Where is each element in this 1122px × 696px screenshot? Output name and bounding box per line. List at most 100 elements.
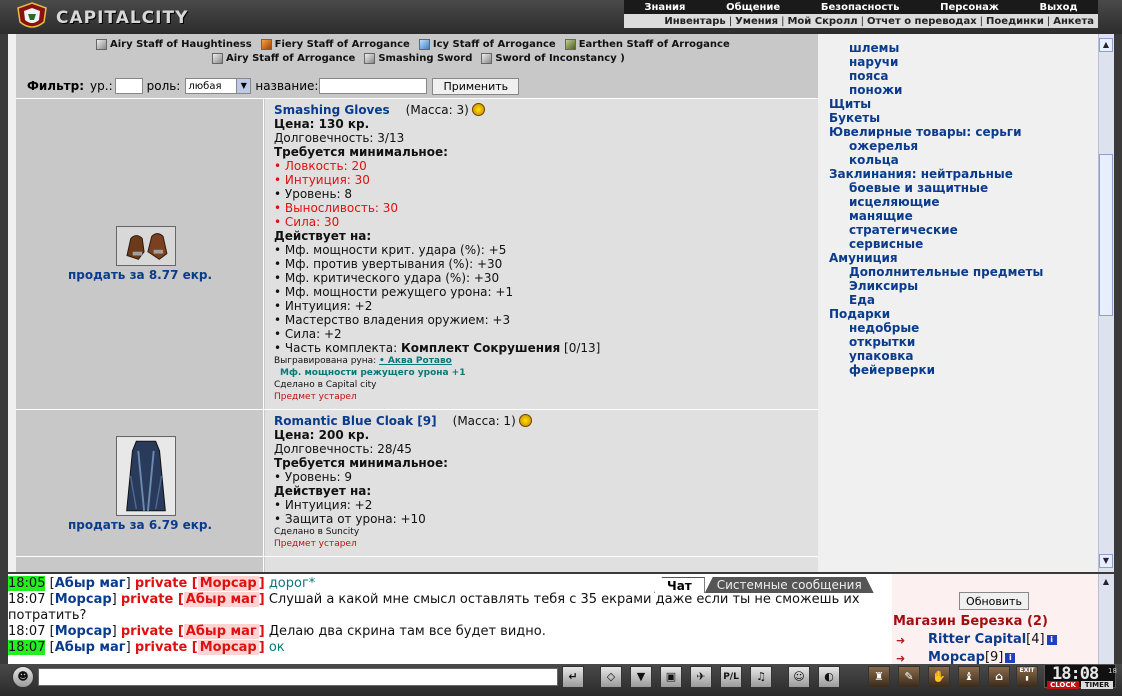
main-scrollbar[interactable]: ▲ ▼ bbox=[1098, 34, 1114, 572]
online-user[interactable]: ➜ Морсар [9] i bbox=[896, 650, 1016, 665]
category-link[interactable]: исцеляющие bbox=[849, 195, 940, 209]
smile-face-icon[interactable]: ☻ bbox=[12, 666, 34, 688]
apply-filter-button[interactable]: Применить bbox=[432, 77, 520, 95]
message-sender[interactable]: Абыр маг bbox=[55, 640, 126, 655]
menu-security[interactable]: Безопасность bbox=[821, 2, 900, 13]
set-item-link[interactable]: Earthen Staff of Arrogance bbox=[579, 39, 730, 50]
menu-character[interactable]: Персонаж bbox=[940, 2, 999, 13]
scroll-thumb[interactable] bbox=[1099, 154, 1113, 316]
bag-icon[interactable]: ♝ bbox=[958, 666, 980, 688]
private-recipient[interactable]: Абыр маг bbox=[183, 624, 259, 639]
clock-mode-button[interactable]: CLOCK bbox=[1047, 681, 1079, 689]
lock-icon[interactable]: ⌂ bbox=[988, 666, 1010, 688]
set-item-link[interactable]: Airy Staff of Haughtiness bbox=[110, 39, 252, 50]
level-input[interactable] bbox=[114, 78, 143, 94]
category-link[interactable]: Подарки bbox=[829, 307, 890, 321]
user-name[interactable]: Ritter Capital bbox=[928, 632, 1026, 647]
tab-chat[interactable]: Чат bbox=[654, 577, 705, 593]
bottle-icon[interactable]: ♜ bbox=[868, 666, 890, 688]
category-link[interactable]: упаковка bbox=[849, 349, 913, 363]
message-time[interactable]: 18:07 bbox=[8, 624, 45, 639]
pl-toggle-icon[interactable]: P/L bbox=[720, 666, 742, 688]
category-link[interactable]: поножи bbox=[849, 83, 902, 97]
role-select[interactable]: любая ▼ bbox=[185, 78, 252, 94]
private-recipient[interactable]: Абыр маг bbox=[183, 592, 259, 607]
set-item-link[interactable]: Icy Staff of Arrogance bbox=[433, 39, 556, 50]
online-user[interactable]: ➜ Ritter Capital [4] i bbox=[896, 632, 1057, 647]
scroll-icon[interactable]: ✎ bbox=[898, 666, 920, 688]
category-link[interactable]: сервисные bbox=[849, 237, 923, 251]
private-recipient[interactable]: Морсар bbox=[197, 640, 259, 655]
submenu-transfer-report[interactable]: Отчет о переводах bbox=[867, 16, 977, 27]
scroll-up-icon[interactable]: ▲ bbox=[1099, 38, 1113, 52]
category-link[interactable]: Ювелирные товары: серьги bbox=[829, 125, 1021, 139]
save-log-icon[interactable]: ▣ bbox=[660, 666, 682, 688]
submenu-fights[interactable]: Поединки bbox=[986, 16, 1044, 27]
item-name-link[interactable]: Romantic Blue Cloak [9] bbox=[274, 414, 437, 428]
rune-link[interactable]: • Аква Ротаво bbox=[379, 356, 452, 366]
message-sender[interactable]: Абыр маг bbox=[55, 576, 126, 591]
category-link[interactable]: пояса bbox=[849, 69, 888, 83]
set-item-link[interactable]: Sword of Inconstancy ) bbox=[495, 53, 624, 64]
online-scrollbar[interactable]: ▲ bbox=[1098, 574, 1114, 664]
category-link[interactable]: фейерверки bbox=[849, 363, 935, 377]
hand-icon[interactable]: ✋ bbox=[928, 666, 950, 688]
message-time[interactable]: 18:07 bbox=[8, 640, 46, 655]
submenu-my-scroll[interactable]: Мой Скролл bbox=[787, 16, 857, 27]
timer-mode-button[interactable]: TIMER bbox=[1081, 681, 1113, 689]
walk-person-icon[interactable]: ✈ bbox=[690, 666, 712, 688]
smiley-icon[interactable]: ☺ bbox=[788, 666, 810, 688]
category-link[interactable]: манящие bbox=[849, 209, 913, 223]
message-time[interactable]: 18:05 bbox=[8, 576, 46, 591]
private-arrow-icon[interactable]: ➜ bbox=[896, 634, 918, 647]
chat-input[interactable] bbox=[38, 668, 558, 686]
category-link[interactable]: кольца bbox=[849, 153, 899, 167]
category-link[interactable]: боевые и защитные bbox=[849, 181, 988, 195]
category-link[interactable]: Еда bbox=[849, 293, 875, 307]
category-link[interactable]: Щиты bbox=[829, 97, 871, 111]
refresh-button[interactable]: Обновить bbox=[959, 592, 1029, 610]
tab-system-messages[interactable]: Системные сообщения bbox=[705, 577, 874, 593]
gold-coin-icon[interactable] bbox=[518, 414, 532, 427]
send-enter-icon[interactable]: ↵ bbox=[562, 666, 584, 688]
category-link[interactable]: Амуниция bbox=[829, 251, 898, 265]
message-time[interactable]: 18:07 bbox=[8, 592, 45, 607]
submenu-inventory[interactable]: Инвентарь bbox=[664, 16, 725, 27]
name-input[interactable] bbox=[319, 78, 428, 94]
category-link[interactable]: Эликсиры bbox=[849, 279, 918, 293]
menu-exit[interactable]: Выход bbox=[1040, 2, 1078, 13]
helmet-icon[interactable]: ◐ bbox=[818, 666, 840, 688]
category-link[interactable]: недобрые bbox=[849, 321, 919, 335]
category-link[interactable]: шлемы bbox=[849, 41, 899, 55]
category-link[interactable]: Заклинания: нейтральные bbox=[829, 167, 1013, 181]
set-item-link[interactable]: Airy Staff of Arrogance bbox=[226, 53, 355, 64]
category-link[interactable]: Букеты bbox=[829, 111, 880, 125]
exit-door-icon[interactable]: EXIT ▮ bbox=[1016, 666, 1038, 688]
info-icon[interactable]: i bbox=[1005, 652, 1016, 663]
message-sender[interactable]: Морсар bbox=[55, 592, 112, 607]
private-recipient[interactable]: Морсар bbox=[197, 576, 259, 591]
category-link[interactable]: Дополнительные предметы bbox=[849, 265, 1043, 279]
submenu-skills[interactable]: Умения bbox=[735, 16, 778, 27]
scroll-up-icon[interactable]: ▲ bbox=[1099, 576, 1113, 590]
menu-communication[interactable]: Общение bbox=[726, 2, 780, 13]
item-name-link[interactable]: Smashing Gloves bbox=[274, 103, 390, 117]
scroll-down-icon[interactable]: ▼ bbox=[1099, 554, 1113, 568]
filter-icon[interactable]: ▼ bbox=[630, 666, 652, 688]
user-name[interactable]: Морсар bbox=[928, 650, 985, 664]
menu-knowledge[interactable]: Знания bbox=[644, 2, 685, 13]
eraser-icon[interactable]: ◇ bbox=[600, 666, 622, 688]
music-note-icon[interactable]: ♫ bbox=[750, 666, 772, 688]
submenu-profile[interactable]: Анкета bbox=[1053, 16, 1094, 27]
set-item-link[interactable]: Smashing Sword bbox=[378, 53, 472, 64]
category-link[interactable]: открытки bbox=[849, 335, 915, 349]
private-arrow-icon[interactable]: ➜ bbox=[896, 652, 918, 665]
set-item-link[interactable]: Fiery Staff of Arrogance bbox=[275, 39, 410, 50]
sell-item-button[interactable]: продать за 8.77 екр. bbox=[16, 268, 264, 282]
info-icon[interactable]: i bbox=[1046, 634, 1057, 645]
sell-item-button[interactable]: продать за 6.79 екр. bbox=[16, 518, 264, 532]
category-link[interactable]: ожерелья bbox=[849, 139, 918, 153]
category-link[interactable]: наручи bbox=[849, 55, 898, 69]
message-sender[interactable]: Морсар bbox=[55, 624, 112, 639]
category-link[interactable]: стратегические bbox=[849, 223, 958, 237]
